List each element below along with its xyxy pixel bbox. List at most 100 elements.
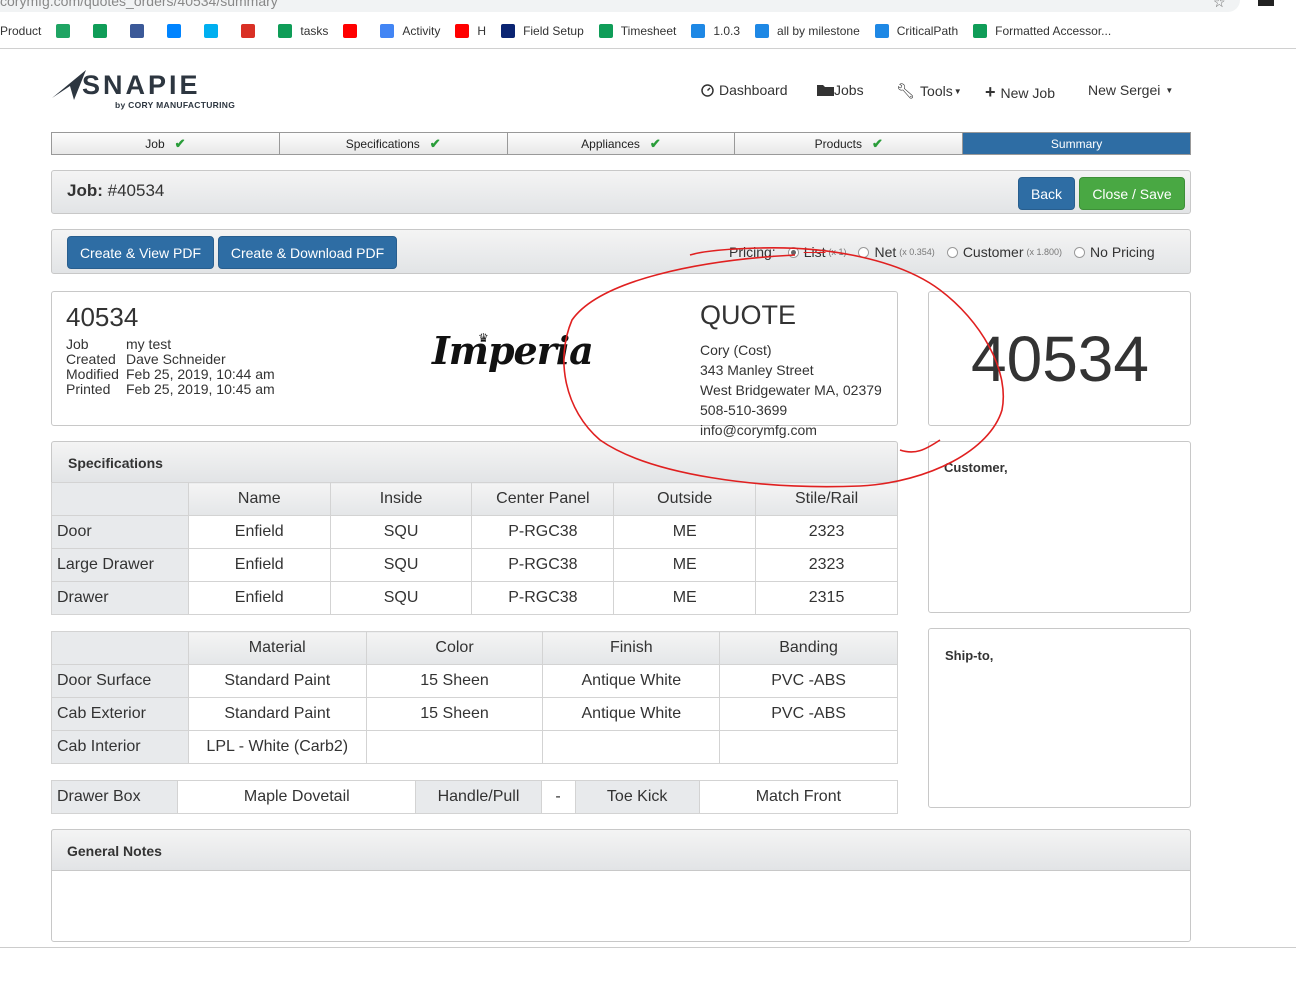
bookmark-item[interactable]: tasks <box>278 24 328 38</box>
nav-dashboard[interactable]: Dashboard <box>701 82 788 98</box>
shield-icon <box>691 24 706 38</box>
imperia-logo: Imperia <box>432 328 594 373</box>
materials-column-header: Color <box>365 631 544 665</box>
bookmark-item[interactable]: Activity <box>380 24 440 38</box>
address-line: 343 Manley Street <box>700 362 814 378</box>
general-notes-header: General Notes <box>51 829 1191 871</box>
customer-card: Customer, <box>928 441 1191 613</box>
job-number: 40534 <box>66 302 139 332</box>
bookmark-item[interactable]: all by milestone <box>755 24 860 38</box>
google-icon <box>380 24 395 38</box>
bookmark-item[interactable] <box>130 24 152 38</box>
pricing-radio[interactable] <box>1074 246 1086 258</box>
wizard-step-label: Products <box>814 136 863 151</box>
nav-jobs[interactable]: Jobs <box>817 82 864 98</box>
bookmark-label: Product <box>0 24 42 38</box>
specifications-title: Specifications <box>68 455 163 471</box>
quote-title: QUOTE <box>700 300 797 330</box>
wizard-step-specifications[interactable]: Specifications ✔ <box>279 133 508 154</box>
gmail-icon <box>241 24 256 38</box>
bookmark-item[interactable] <box>93 24 115 38</box>
table-cell: 15 Sheen <box>365 697 544 731</box>
bookmark-label: CriticalPath <box>896 24 959 38</box>
bookmark-item[interactable]: H <box>455 24 486 38</box>
table-row: Door Surface Standard Paint 15 Sheen Antiqu… <box>51 664 898 698</box>
wizard-step-summary[interactable]: Summary <box>963 133 1190 154</box>
bookmark-item[interactable] <box>167 24 189 38</box>
meta-row: Created Dave Schneider <box>66 352 275 367</box>
address-bar[interactable]: corymfg.com/quotes_orders/40534/summary <box>0 0 1240 12</box>
bookmark-label: tasks <box>300 24 329 38</box>
bookmark-label: Activity <box>402 24 441 38</box>
row-label: Large Drawer <box>51 548 189 582</box>
dashboard-icon <box>701 83 714 97</box>
bookmark-item[interactable]: Field Setup <box>501 24 584 38</box>
address-line: info@corymfg.com <box>700 422 817 438</box>
nav-user-menu[interactable]: New Sergei ▼ <box>1088 82 1173 98</box>
check-icon: ✔ <box>429 135 441 151</box>
nav-new-job[interactable]: + New Job <box>985 82 1055 103</box>
pricing-option-label[interactable]: No Pricing <box>1090 244 1155 260</box>
extras-cell: Match Front <box>698 780 899 814</box>
table-cell <box>365 730 544 764</box>
bookmark-item[interactable]: 1.0.3 <box>691 24 740 38</box>
bookmark-item[interactable]: Product <box>0 24 41 38</box>
wizard-step-appliances[interactable]: Appliances ✔ <box>507 133 736 154</box>
table-cell: PVC -ABS <box>719 697 898 731</box>
brand-name: SNAPIE <box>82 70 201 100</box>
bookmark-item[interactable] <box>343 24 365 38</box>
bookmark-label: Field Setup <box>523 24 584 38</box>
table-cell: 2323 <box>755 548 898 582</box>
table-cell: Enfield <box>187 581 331 615</box>
table-cell: ME <box>613 548 757 582</box>
chrome-divider <box>0 48 1296 49</box>
general-notes-card: General Notes <box>51 829 1191 942</box>
job-title-value: #40534 <box>107 181 165 200</box>
bookmark-label: Formatted Accessor... <box>995 24 1112 38</box>
ieee-icon <box>501 24 516 38</box>
meta-key: Created <box>66 351 116 367</box>
nav-jobs-label: Jobs <box>834 82 864 98</box>
url-text: corymfg.com/quotes_orders/40534/summary <box>0 0 278 9</box>
bookmark-item[interactable] <box>56 24 78 38</box>
bookmark-star-icon[interactable]: ☆ <box>1213 0 1226 11</box>
extension-icon[interactable] <box>1258 0 1274 6</box>
create-download-pdf-button[interactable]: Create & Download PDF <box>218 236 397 269</box>
wizard-step-job[interactable]: Job ✔ <box>52 133 280 154</box>
bookmark-label: Timesheet <box>620 24 677 38</box>
wizard-step-products[interactable]: Products ✔ <box>735 133 964 154</box>
bookmark-item[interactable]: Timesheet <box>598 24 677 38</box>
close-save-button[interactable]: Close / Save <box>1079 177 1185 210</box>
wizard-step-label: Summary <box>1050 136 1103 151</box>
pricing-radio[interactable] <box>858 246 870 258</box>
skype-icon <box>204 24 219 38</box>
bookmark-item[interactable] <box>204 24 226 38</box>
nav-tools-label: Tools <box>920 83 953 99</box>
pricing-option-label[interactable]: List <box>804 244 826 260</box>
customer-title: Customer, <box>944 460 1008 475</box>
bookmark-item[interactable]: Formatted Accessor... <box>973 24 1111 38</box>
specifications-table: Name Inside Center Panel Outside Stile/Rail … <box>51 482 898 615</box>
table-cell: 15 Sheen <box>365 664 544 698</box>
back-button[interactable]: Back <box>1018 177 1075 210</box>
big-job-number: 40534 <box>971 323 1149 395</box>
plus-icon: + <box>985 82 996 102</box>
pricing-radio[interactable] <box>787 246 799 258</box>
meta-row: Job my test <box>66 337 275 352</box>
extras-cell: Handle/Pull <box>415 780 542 814</box>
caret-down-icon: ▼ <box>953 86 962 96</box>
snapie-wing-icon <box>52 70 86 100</box>
address-line: West Bridgewater MA, 02379 <box>700 382 882 398</box>
table-cell: P-RGC38 <box>471 581 615 615</box>
create-view-pdf-button[interactable]: Create & View PDF <box>67 236 214 269</box>
bookmark-item[interactable]: CriticalPath <box>874 24 959 38</box>
pricing-option-label[interactable]: Net <box>874 244 896 260</box>
extras-cell: - <box>540 780 576 814</box>
snapie-logo[interactable]: SNAPIE by CORY MANUFACTURING <box>52 68 252 113</box>
pricing-radio[interactable] <box>946 246 958 258</box>
page-footer-line <box>0 947 1296 948</box>
bookmark-item[interactable] <box>241 24 263 38</box>
nav-tools[interactable]: 🔧︎ Tools ▼ <box>896 82 962 100</box>
address-line: Cory (Cost) <box>700 342 772 358</box>
pricing-option-label[interactable]: Customer <box>963 244 1024 260</box>
